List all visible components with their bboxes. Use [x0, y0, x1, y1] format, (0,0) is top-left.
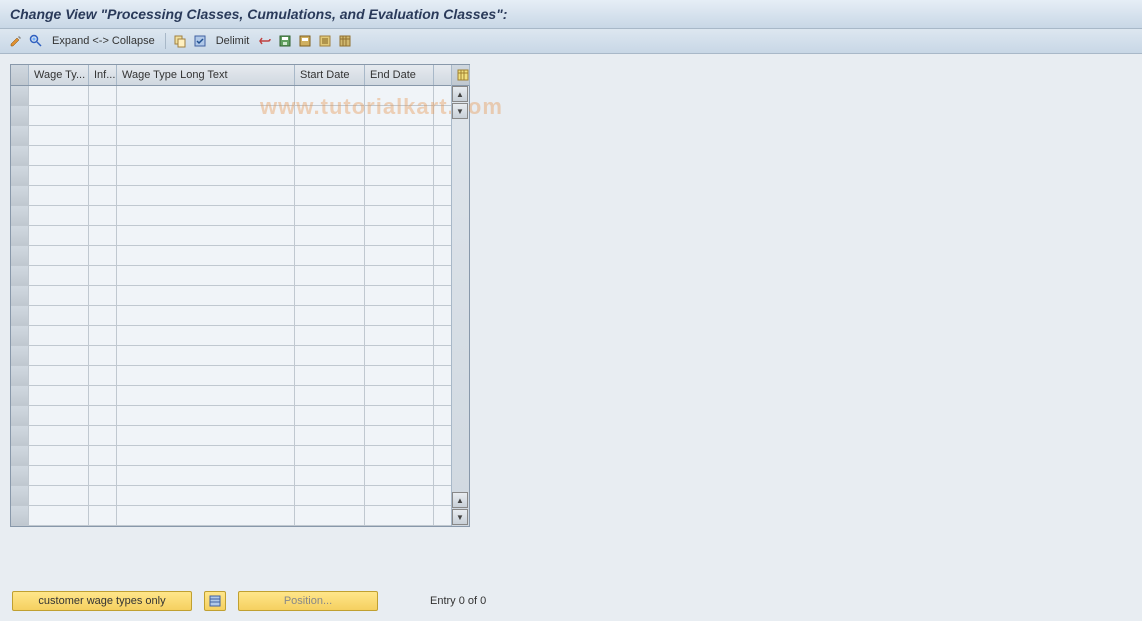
- row-selector[interactable]: [11, 426, 29, 445]
- other-view-icon[interactable]: [28, 33, 44, 49]
- row-selector[interactable]: [11, 326, 29, 345]
- table-row[interactable]: [11, 266, 451, 286]
- button-label: Position...: [284, 595, 332, 607]
- row-selector[interactable]: [11, 466, 29, 485]
- position-button[interactable]: Position...: [238, 591, 378, 611]
- undo-icon[interactable]: [257, 33, 273, 49]
- row-selector[interactable]: [11, 386, 29, 405]
- table-row[interactable]: [11, 486, 451, 506]
- data-table: Wage Ty... Inf... Wage Type Long Text St…: [10, 64, 470, 527]
- table-body: [11, 86, 451, 526]
- separator: [165, 33, 166, 49]
- table-row[interactable]: [11, 126, 451, 146]
- page-title: Change View "Processing Classes, Cumulat…: [10, 6, 507, 22]
- column-long-text[interactable]: Wage Type Long Text: [117, 65, 295, 85]
- select-all-icon[interactable]: [192, 33, 208, 49]
- table-row[interactable]: [11, 166, 451, 186]
- row-selector[interactable]: [11, 486, 29, 505]
- export-icon[interactable]: [317, 33, 333, 49]
- copy-icon[interactable]: [172, 33, 188, 49]
- row-selector[interactable]: [11, 106, 29, 125]
- row-selector[interactable]: [11, 266, 29, 285]
- row-selector[interactable]: [11, 306, 29, 325]
- row-selector[interactable]: [11, 346, 29, 365]
- row-selector[interactable]: [11, 86, 29, 105]
- table-row[interactable]: [11, 406, 451, 426]
- column-inf[interactable]: Inf...: [89, 65, 117, 85]
- scroll-up-icon[interactable]: ▲: [452, 492, 468, 508]
- row-selector[interactable]: [11, 206, 29, 225]
- table-row[interactable]: [11, 426, 451, 446]
- table-row[interactable]: [11, 146, 451, 166]
- content-area: www.tutorialkart.com Wage Ty... Inf... W…: [0, 54, 1142, 615]
- table-row[interactable]: [11, 446, 451, 466]
- footer-bar: customer wage types only Position... Ent…: [0, 581, 1142, 621]
- toolbar: Expand <-> Collapse Delimit: [0, 29, 1142, 54]
- row-selector[interactable]: [11, 506, 29, 525]
- position-icon-button[interactable]: [204, 591, 226, 611]
- column-start-date[interactable]: Start Date: [295, 65, 365, 85]
- table-row[interactable]: [11, 186, 451, 206]
- row-selector[interactable]: [11, 226, 29, 245]
- row-selector[interactable]: [11, 446, 29, 465]
- table-row[interactable]: [11, 346, 451, 366]
- row-selector[interactable]: [11, 286, 29, 305]
- table-row[interactable]: [11, 466, 451, 486]
- title-bar: Change View "Processing Classes, Cumulat…: [0, 0, 1142, 29]
- table-row[interactable]: [11, 326, 451, 346]
- delimit-button[interactable]: Delimit: [212, 35, 254, 47]
- row-selector[interactable]: [11, 166, 29, 185]
- expand-collapse-button[interactable]: Expand <-> Collapse: [48, 35, 159, 47]
- row-selector[interactable]: [11, 246, 29, 265]
- table-row[interactable]: [11, 506, 451, 526]
- table-row[interactable]: [11, 226, 451, 246]
- scroll-down-icon[interactable]: ▼: [452, 509, 468, 525]
- table-row[interactable]: [11, 106, 451, 126]
- table-header: Wage Ty... Inf... Wage Type Long Text St…: [11, 65, 451, 86]
- button-label: customer wage types only: [38, 595, 165, 607]
- toggle-edit-icon[interactable]: [8, 33, 24, 49]
- table-row[interactable]: [11, 386, 451, 406]
- table-settings-icon[interactable]: [337, 33, 353, 49]
- row-selector[interactable]: [11, 186, 29, 205]
- column-wage-type[interactable]: Wage Ty...: [29, 65, 89, 85]
- customer-wage-types-button[interactable]: customer wage types only: [12, 591, 192, 611]
- table-config-icon[interactable]: [457, 67, 469, 83]
- table-row[interactable]: [11, 286, 451, 306]
- table-row[interactable]: [11, 246, 451, 266]
- row-selector[interactable]: [11, 366, 29, 385]
- table-row[interactable]: [11, 86, 451, 106]
- save-icon[interactable]: [277, 33, 293, 49]
- scroll-down-icon[interactable]: ▼: [452, 103, 468, 119]
- row-selector[interactable]: [11, 126, 29, 145]
- table-row[interactable]: [11, 306, 451, 326]
- select-all-column[interactable]: [11, 65, 29, 85]
- table-row[interactable]: [11, 366, 451, 386]
- row-selector[interactable]: [11, 146, 29, 165]
- entry-count-text: Entry 0 of 0: [430, 595, 486, 607]
- scroll-up-icon[interactable]: ▲: [452, 86, 468, 102]
- row-selector[interactable]: [11, 406, 29, 425]
- vertical-scrollbar[interactable]: ▲ ▼ ▲ ▼: [451, 65, 469, 526]
- print-icon[interactable]: [297, 33, 313, 49]
- column-end-date[interactable]: End Date: [365, 65, 434, 85]
- table-row[interactable]: [11, 206, 451, 226]
